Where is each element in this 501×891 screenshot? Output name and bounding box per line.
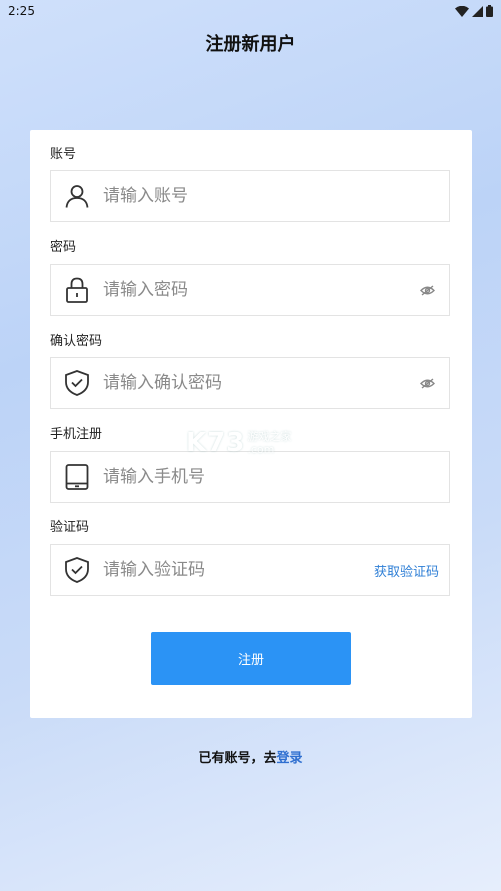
confirm-password-field[interactable] [50,357,450,409]
account-field[interactable] [50,170,450,222]
code-input[interactable] [103,560,374,580]
login-link[interactable]: 登录 [277,751,303,766]
shield-check-icon [63,369,91,397]
user-icon [63,182,91,210]
confirm-password-input[interactable] [103,373,419,393]
signal-icon [472,5,483,17]
password-input[interactable] [103,280,419,300]
account-label: 账号 [50,147,77,162]
watermark-line2: .com [247,443,275,456]
phone-label: 手机注册 [50,427,103,442]
login-prompt-text: 已有账号，去 [198,751,277,766]
status-icons [455,5,493,17]
lock-icon [63,276,91,304]
battery-icon [486,5,493,17]
code-field[interactable]: 获取验证码 [50,544,450,596]
status-time: 2:25 [8,4,35,18]
phone-input[interactable] [103,467,449,487]
status-bar: 2:25 [0,0,501,22]
page-title: 注册新用户 [205,34,296,55]
login-prompt: 已有账号，去登录 [0,747,501,766]
watermark-text: 游戏之家 .com [247,430,291,456]
register-form-card: 账号 密码 确认密码 [30,130,472,718]
tablet-icon [63,463,91,491]
confirm-password-label: 确认密码 [50,334,103,349]
phone-field[interactable] [50,451,450,503]
shield-check-icon [63,556,91,584]
eye-off-icon[interactable] [419,282,435,298]
password-field[interactable] [50,264,450,316]
register-button[interactable]: 注册 [151,632,351,685]
code-label: 验证码 [50,520,90,535]
watermark-logo: K73 [186,428,246,458]
account-input[interactable] [103,186,449,206]
eye-off-icon[interactable] [419,375,435,391]
get-code-button[interactable]: 获取验证码 [374,561,439,580]
watermark-line1: 游戏之家 [247,430,292,443]
password-label: 密码 [50,240,77,255]
watermark: K73 游戏之家 .com [186,428,291,458]
wifi-icon [455,5,469,17]
